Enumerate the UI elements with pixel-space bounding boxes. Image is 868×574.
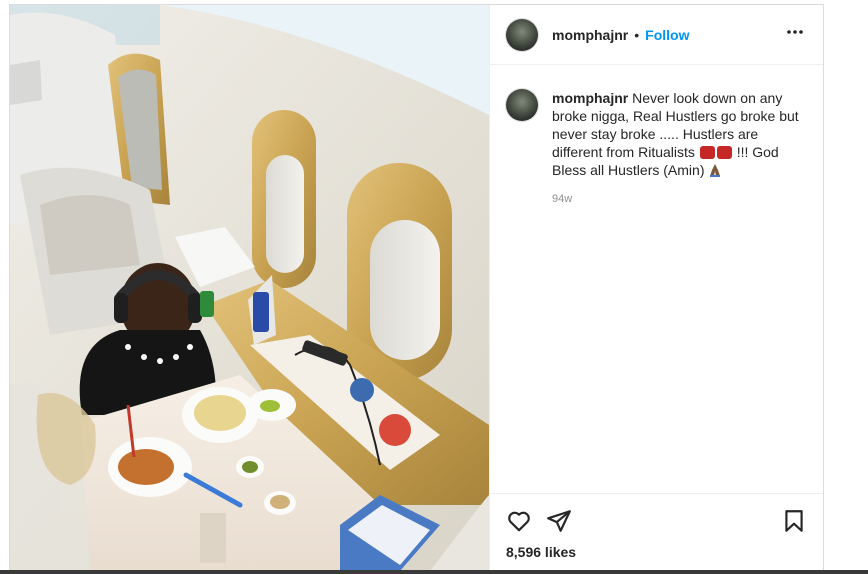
- more-icon: [787, 30, 803, 34]
- separator-dot: •: [634, 26, 640, 43]
- horizontal-scrollbar[interactable]: [0, 570, 868, 574]
- post-time[interactable]: 94w: [552, 193, 823, 205]
- avatar[interactable]: [506, 18, 538, 51]
- follow-button[interactable]: Follow: [645, 27, 689, 43]
- more-options-icon[interactable]: [783, 20, 807, 49]
- post-header: momphajnr • Follow: [490, 5, 823, 65]
- folded-hands-icon: [710, 164, 721, 177]
- caption-avatar[interactable]: [506, 89, 538, 121]
- bookmark-icon[interactable]: [781, 508, 807, 534]
- likes-count[interactable]: 8,596 likes: [490, 534, 823, 560]
- post-photo[interactable]: [10, 5, 489, 570]
- post-side-panel: momphajnr • Follow momphajnr Never look …: [489, 5, 823, 570]
- caption: momphajnr Never look down on any broke n…: [490, 65, 823, 179]
- send-icon[interactable]: [546, 508, 572, 534]
- heart-icon[interactable]: [506, 508, 532, 534]
- action-bar: 8,596 likes: [490, 493, 823, 570]
- post-dialog: momphajnr • Follow momphajnr Never look …: [9, 4, 824, 570]
- caption-text: momphajnr Never look down on any broke n…: [552, 89, 802, 179]
- hundred-points-icon: [716, 146, 732, 159]
- airplane-cabin-photo: [10, 5, 489, 570]
- hundred-points-icon: [699, 146, 715, 159]
- username-link[interactable]: momphajnr: [552, 27, 628, 43]
- caption-username[interactable]: momphajnr: [552, 90, 628, 106]
